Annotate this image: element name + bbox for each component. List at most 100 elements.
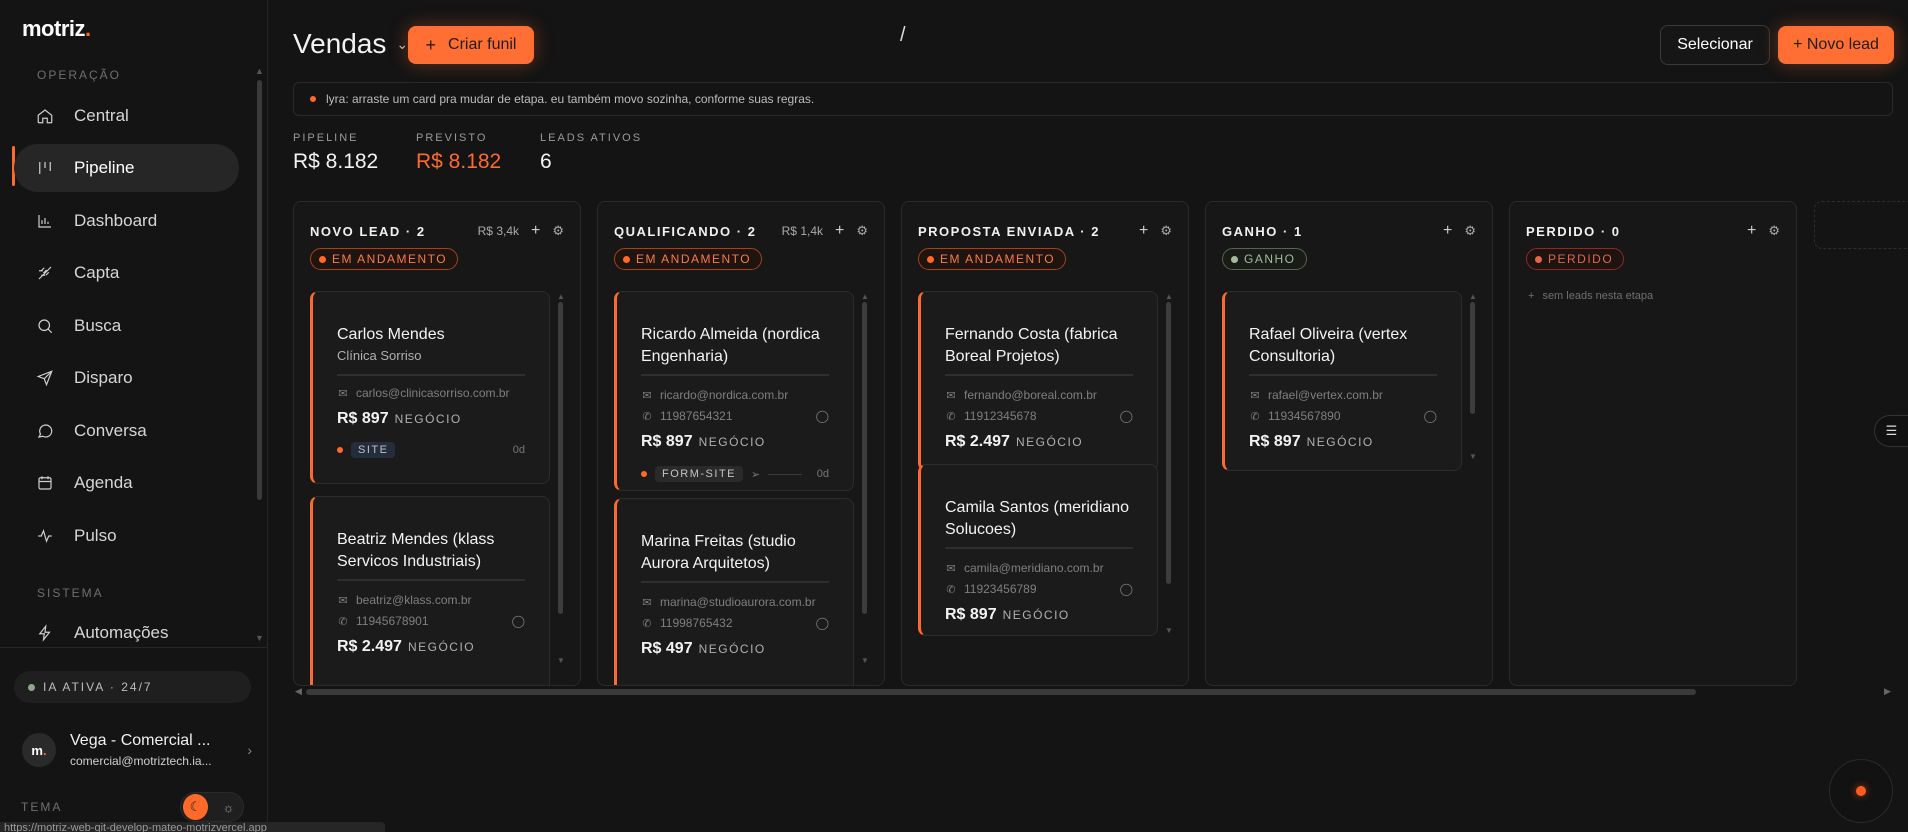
user-profile[interactable]: m. Vega - Comercial ... comercial@motriz… xyxy=(22,730,252,770)
stat-value: 6 xyxy=(540,150,552,173)
chat-icon[interactable]: ◯ xyxy=(1120,409,1133,423)
add-lead-icon[interactable]: + xyxy=(1443,222,1452,240)
gear-icon[interactable]: ⚙ xyxy=(552,223,564,239)
lead-amount: R$ 2.497 NEGÓCIO xyxy=(337,638,476,655)
scroll-left-arrow-icon[interactable]: ◀ xyxy=(295,686,302,697)
chat-icon[interactable]: ◯ xyxy=(1424,409,1437,423)
stage-status-badge: EM ANDAMENTO xyxy=(614,248,763,270)
lead-card[interactable]: Beatriz Mendes (klass Servicos Industria… xyxy=(310,496,550,685)
status-dot xyxy=(28,683,35,691)
lead-name: Carlos Mendes xyxy=(337,326,445,343)
column-scrollbar[interactable] xyxy=(1470,302,1475,414)
sidebar-item-dashboard[interactable]: Dashboard xyxy=(14,197,239,245)
gear-icon[interactable]: ⚙ xyxy=(1464,223,1476,239)
scroll-up-arrow-icon[interactable]: ▲ xyxy=(557,292,565,301)
stage-column-novo-lead[interactable]: NOVO LEAD · 2 R$ 3,4k + ⚙ EM ANDAMENTO C… xyxy=(293,201,581,686)
scroll-down-arrow-icon[interactable]: ▼ xyxy=(1469,452,1477,461)
scroll-up-arrow-icon[interactable]: ▲ xyxy=(861,292,869,301)
scroll-up-arrow-icon[interactable]: ▲ xyxy=(1469,292,1477,301)
scroll-up-arrow-icon[interactable]: ▲ xyxy=(1165,292,1173,301)
gear-icon[interactable]: ⚙ xyxy=(1160,223,1172,239)
assistant-fab-button[interactable] xyxy=(1829,759,1893,823)
sidebar-item-automacoes[interactable]: Automações xyxy=(14,609,239,657)
stage-status-badge: EM ANDAMENTO xyxy=(918,248,1067,270)
chat-icon[interactable]: ◯ xyxy=(512,614,525,628)
phone-icon: ✆ xyxy=(946,410,956,423)
app-logo[interactable]: motriz. xyxy=(22,16,91,42)
sidebar-item-pulso[interactable]: Pulso xyxy=(14,512,239,560)
card-divider xyxy=(641,581,829,583)
scroll-up-arrow-icon[interactable]: ▲ xyxy=(255,66,264,76)
assistant-notice: lyra: arraste um card pra mudar de etapa… xyxy=(293,82,1893,116)
scroll-down-arrow-icon[interactable]: ▼ xyxy=(861,656,869,665)
sidebar-item-label: Pulso xyxy=(74,526,117,545)
column-scrollbar[interactable] xyxy=(862,302,867,614)
lead-phone-row: ✆ 11945678901 ◯ xyxy=(338,614,525,628)
lead-card[interactable]: Marina Freitas (studio Aurora Arquitetos… xyxy=(614,498,854,685)
create-funnel-button[interactable]: + Criar funil xyxy=(408,26,534,64)
sidebar-item-label: Automações xyxy=(74,623,169,642)
phone-icon: ✆ xyxy=(946,583,956,596)
gear-icon[interactable]: ⚙ xyxy=(856,223,868,239)
sidebar-item-label: Busca xyxy=(74,316,122,335)
mail-icon: ✉ xyxy=(338,387,348,400)
scroll-right-arrow-icon[interactable]: ▶ xyxy=(1884,686,1891,697)
lead-email-row: ✉ marina@studioaurora.com.br xyxy=(642,595,816,609)
scroll-down-arrow-icon[interactable]: ▼ xyxy=(255,633,264,643)
scroll-down-arrow-icon[interactable]: ▼ xyxy=(557,656,565,665)
stage-title: QUALIFICANDO · 2 xyxy=(614,224,757,239)
add-lead-icon[interactable]: + xyxy=(1139,222,1148,240)
sidebar-item-agenda[interactable]: Agenda xyxy=(14,459,239,507)
stage-column-perdido[interactable]: PERDIDO · 0 + ⚙ PERDIDO + sem leads nesta… xyxy=(1509,201,1797,686)
sidebar-item-pipeline[interactable]: Pipeline xyxy=(14,144,239,192)
lead-card[interactable]: Fernando Costa (fabrica Boreal Projetos)… xyxy=(918,291,1158,471)
source-tag: SITE xyxy=(351,442,396,458)
plus-icon: + xyxy=(1528,290,1535,302)
new-lead-button[interactable]: + Novo lead xyxy=(1778,26,1894,64)
sidebar-item-conversa[interactable]: Conversa xyxy=(14,407,239,455)
column-scrollbar[interactable] xyxy=(558,302,563,614)
stat-previsto: PREVISTO R$ 8.182 xyxy=(416,132,501,174)
sidebar-scrollbar[interactable] xyxy=(257,80,262,500)
lead-card[interactable]: Ricardo Almeida (nordica Engenharia) ✉ ri… xyxy=(614,291,854,491)
lead-footer: SITE 0d xyxy=(337,442,525,458)
card-divider xyxy=(945,547,1133,549)
add-stage-placeholder[interactable] xyxy=(1814,201,1908,249)
column-scrollbar[interactable] xyxy=(1166,302,1171,584)
sidebar-item-central[interactable]: Central xyxy=(14,92,239,140)
select-button[interactable]: Selecionar xyxy=(1660,25,1770,65)
board-horizontal-scrollbar[interactable] xyxy=(306,689,1696,695)
lead-amount: R$ 497 NEGÓCIO xyxy=(641,640,766,657)
stage-column-qualificando[interactable]: QUALIFICANDO · 2 R$ 1,4k + ⚙ EM ANDAMENT… xyxy=(597,201,885,686)
chat-icon[interactable]: ◯ xyxy=(1120,582,1133,596)
capture-icon xyxy=(36,264,54,282)
section-label-sistema: SISTEMA xyxy=(37,586,104,600)
moon-icon[interactable]: ☾ xyxy=(183,794,208,820)
lead-card[interactable]: Rafael Oliveira (vertex Consultoria) ✉ ra… xyxy=(1222,291,1462,471)
chevron-right-icon[interactable]: › xyxy=(247,742,252,758)
mail-icon: ✉ xyxy=(1250,389,1260,402)
lead-card[interactable]: Camila Santos (meridiano Solucoes) ✉ cami… xyxy=(918,464,1158,636)
sun-icon[interactable]: ☼ xyxy=(216,794,241,820)
home-icon xyxy=(36,107,54,125)
theme-label: TEMA xyxy=(21,800,63,814)
lead-card[interactable]: Carlos Mendes Clínica Sorriso ✉ carlos@cl… xyxy=(310,291,550,484)
chat-icon[interactable]: ◯ xyxy=(816,616,829,630)
theme-toggle[interactable]: ☾ ☼ xyxy=(180,792,244,822)
page-title[interactable]: Vendas ⌄ xyxy=(293,28,408,60)
filter-panel-toggle-icon[interactable]: ☰ xyxy=(1874,415,1908,447)
chat-icon[interactable]: ◯ xyxy=(816,409,829,423)
sidebar-item-busca[interactable]: Busca xyxy=(14,302,239,350)
add-lead-icon[interactable]: + xyxy=(835,222,844,240)
scroll-down-arrow-icon[interactable]: ▼ xyxy=(1165,626,1173,635)
sidebar-item-disparo[interactable]: Disparo xyxy=(14,354,239,402)
gear-icon[interactable]: ⚙ xyxy=(1768,223,1780,239)
add-lead-icon[interactable]: + xyxy=(1747,222,1756,240)
stat-label: PIPELINE xyxy=(293,132,359,144)
sidebar-item-capta[interactable]: Capta xyxy=(14,249,239,297)
add-lead-icon[interactable]: + xyxy=(531,222,540,240)
stage-column-ganho[interactable]: GANHO · 1 + ⚙ GANHO Rafael Oliveira (ver… xyxy=(1205,201,1493,686)
stage-status-badge: GANHO xyxy=(1222,248,1307,270)
stage-column-proposta-enviada[interactable]: PROPOSTA ENVIADA · 2 + ⚙ EM ANDAMENTO Fe… xyxy=(901,201,1189,686)
lead-email-row: ✉ camila@meridiano.com.br xyxy=(946,561,1104,575)
